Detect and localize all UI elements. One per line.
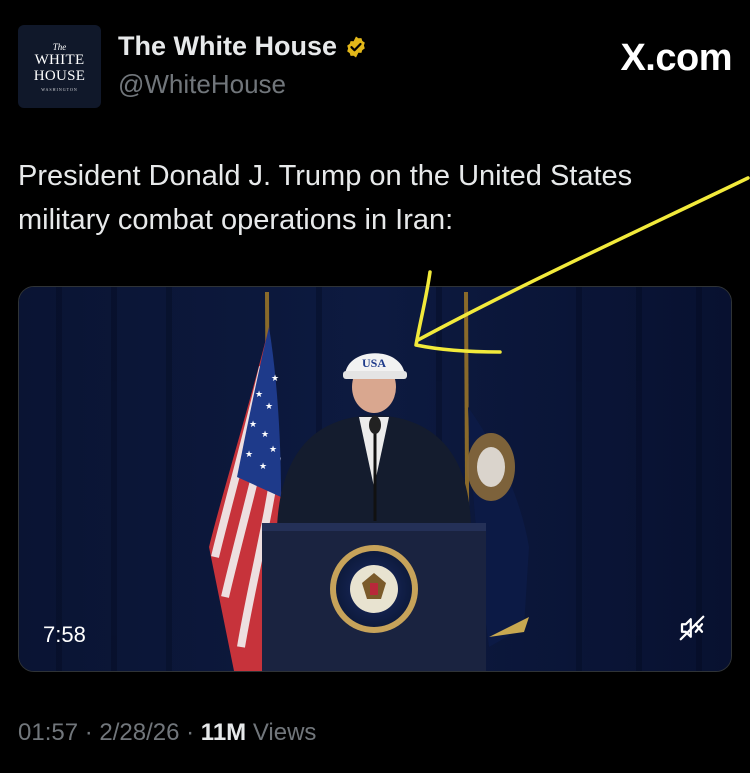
name-row: The White House <box>118 31 368 62</box>
tweet-text: President Donald J. Trump on the United … <box>18 160 633 236</box>
video-frame: ★★★ ★★★ ★★ USA <box>19 287 731 671</box>
tweet-meta: 01:57 · 2/28/26 · 11M Views <box>18 719 316 747</box>
display-name[interactable]: The White House <box>118 31 337 62</box>
video-duration: 7:58 <box>43 622 86 647</box>
svg-text:★: ★ <box>249 420 257 430</box>
meta-separator: · <box>179 719 201 746</box>
svg-text:★: ★ <box>269 445 277 455</box>
tweet-header: The WHITE HOUSE WASHINGTON The White Hou… <box>18 25 732 109</box>
avatar-text-the: The <box>52 41 67 52</box>
account-handle[interactable]: @WhiteHouse <box>118 69 286 100</box>
svg-text:★: ★ <box>265 402 273 412</box>
meta-separator: · <box>78 719 100 746</box>
views-count: 11M <box>200 719 247 746</box>
source-label: X.com <box>620 37 732 79</box>
tweet-time[interactable]: 01:57 <box>18 719 78 746</box>
avatar-text-house: HOUSE <box>33 67 86 84</box>
muted-speaker-icon[interactable] <box>677 613 707 643</box>
views-label: Views <box>246 719 317 746</box>
avatar-text-white: WHITE <box>34 51 85 68</box>
svg-text:★: ★ <box>261 430 269 440</box>
avatar[interactable]: The WHITE HOUSE WASHINGTON <box>18 25 101 108</box>
svg-text:★: ★ <box>255 390 263 400</box>
svg-text:★: ★ <box>245 450 253 460</box>
video-player[interactable]: ★ ★ ★ ★ ★ ★ ★ ★ USA 7:58 <box>18 286 732 672</box>
svg-text:★: ★ <box>271 374 279 384</box>
verified-badge-icon <box>347 36 365 57</box>
svg-text:★: ★ <box>259 462 267 472</box>
avatar-text-washington: WASHINGTON <box>41 86 78 92</box>
hat-text: USA <box>362 356 386 370</box>
tweet-date[interactable]: 2/28/26 <box>99 719 179 746</box>
podium <box>262 523 486 671</box>
